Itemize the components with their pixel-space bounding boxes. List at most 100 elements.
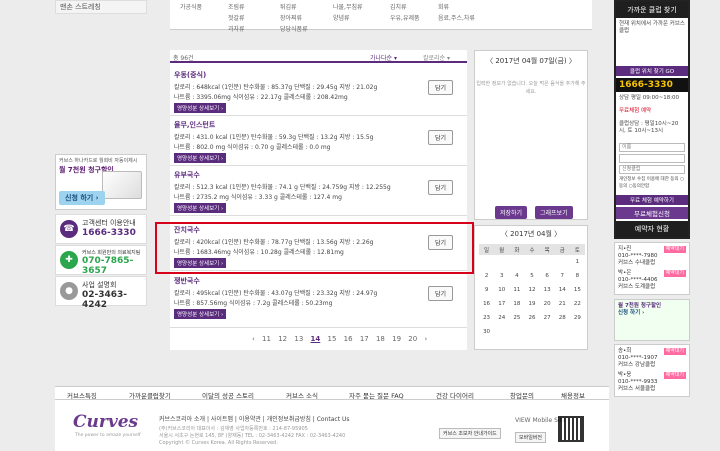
add-food-button[interactable]: 담기: [428, 80, 454, 95]
contact-customer-center[interactable]: ☎ 고객센터 이용안내 1666-3330: [55, 214, 147, 244]
page-link[interactable]: 16: [344, 335, 353, 343]
calendar-day[interactable]: 4: [509, 269, 524, 283]
calendar-day[interactable]: [494, 255, 509, 269]
free-trial-reserve-link[interactable]: 무료 체험 예약하기: [616, 195, 688, 205]
calendar-day[interactable]: 22: [570, 297, 585, 311]
left-menu-item[interactable]: 맨손 스트레칭: [55, 0, 147, 14]
add-food-button[interactable]: 담기: [428, 180, 454, 195]
promo-signup-button[interactable]: 신청 하기 ›: [618, 310, 686, 317]
category-cell[interactable]: 양념류: [333, 13, 350, 22]
mobile-version-button[interactable]: 모바일버전: [515, 432, 547, 443]
page-link[interactable]: 13: [294, 335, 303, 343]
calendar-day[interactable]: [509, 325, 524, 339]
calendar-day[interactable]: 2: [479, 269, 494, 283]
add-food-button[interactable]: 담기: [428, 286, 454, 301]
calendar-day[interactable]: [479, 255, 494, 269]
phone-input[interactable]: [619, 154, 685, 163]
contact-medical-team[interactable]: ✚ 커브스 회원만의 의료복지팀 070-7865-3657: [55, 245, 147, 276]
page-current[interactable]: 14: [311, 335, 321, 343]
calendar-day[interactable]: 29: [570, 311, 585, 325]
calendar-day[interactable]: 28: [555, 311, 570, 325]
category-cell[interactable]: 당당식품류: [280, 24, 308, 33]
calendar-day[interactable]: 7: [555, 269, 570, 283]
page-prev[interactable]: ‹: [252, 335, 255, 343]
card-promo-small[interactable]: 월 7천원 청구할인 신청 하기 ›: [614, 299, 690, 341]
add-food-button[interactable]: 담기: [428, 130, 454, 145]
category-cell[interactable]: 장아찌류: [280, 13, 302, 22]
calendar-day[interactable]: 6: [540, 269, 555, 283]
page-next[interactable]: ›: [424, 335, 427, 343]
category-cell[interactable]: 나물,무침류: [333, 2, 363, 11]
card-promo-banner[interactable]: 커브스 하나카드로 월회비 자동이체시 월 7천원 청구할인 신청 하기 ›: [55, 154, 147, 210]
calendar-day[interactable]: 16: [479, 297, 494, 311]
page-link[interactable]: 11: [262, 335, 271, 343]
calendar-day[interactable]: 20: [540, 297, 555, 311]
calendar-day[interactable]: 30: [479, 325, 494, 339]
promo-signup-button[interactable]: 신청 하기 ›: [59, 191, 105, 205]
calendar-day[interactable]: 18: [509, 297, 524, 311]
calendar-day[interactable]: [570, 325, 585, 339]
calendar-day[interactable]: [524, 325, 539, 339]
calendar-day[interactable]: 27: [540, 311, 555, 325]
page-link[interactable]: 18: [376, 335, 385, 343]
calendar-day[interactable]: [540, 255, 555, 269]
footer-links[interactable]: 커브스코리아 소개 | 사이트맵 | 이용약관 | 개인정보취급방침 | Con…: [159, 414, 350, 423]
calendar-day[interactable]: 12: [524, 283, 539, 297]
calendar-day[interactable]: 3: [494, 269, 509, 283]
nutrition-detail-button[interactable]: 영양성분 상세보기 ›: [174, 103, 227, 113]
calendar-day[interactable]: 10: [494, 283, 509, 297]
calendar-month-nav[interactable]: 〈 2017년 04월 〉: [475, 226, 587, 239]
calendar-day[interactable]: [494, 325, 509, 339]
calendar-day[interactable]: 19: [524, 297, 539, 311]
calendar-day[interactable]: [509, 255, 524, 269]
calendar-day[interactable]: [540, 325, 555, 339]
category-cell[interactable]: 조림류: [228, 2, 245, 11]
club-input[interactable]: 신청클럽: [619, 165, 685, 174]
calendar-day[interactable]: 11: [509, 283, 524, 297]
page-link[interactable]: 20: [408, 335, 417, 343]
calendar-day[interactable]: [555, 325, 570, 339]
page-link[interactable]: 15: [328, 335, 337, 343]
graph-button[interactable]: 그래프보기: [535, 206, 573, 219]
nav-link[interactable]: 건강 다이어리: [436, 390, 474, 400]
category-cell[interactable]: 음료,주스,차류: [438, 13, 475, 22]
sort-alpha-dropdown[interactable]: 가나다순 ▾: [370, 53, 397, 62]
category-cell[interactable]: 과자류: [228, 24, 245, 33]
nav-link[interactable]: 이달의 성공 스토리: [202, 390, 254, 400]
name-input[interactable]: 이름: [619, 143, 685, 152]
category-cell[interactable]: 튀김류: [280, 2, 297, 11]
nutrition-detail-button[interactable]: 영양성분 상세보기 ›: [174, 203, 227, 213]
calendar-day[interactable]: 25: [509, 311, 524, 325]
page-link[interactable]: 17: [360, 335, 369, 343]
category-cell[interactable]: 회류: [438, 2, 449, 11]
find-club-go-button[interactable]: 클럽 위치 찾기 GO: [616, 66, 688, 76]
calendar-day[interactable]: 14: [555, 283, 570, 297]
page-link[interactable]: 12: [278, 335, 287, 343]
calendar-day[interactable]: 9: [479, 283, 494, 297]
nav-link[interactable]: 커브스 소식: [286, 390, 318, 400]
sort-calorie-dropdown[interactable]: 칼로리순 ▾: [423, 53, 450, 62]
calendar-day[interactable]: 8: [570, 269, 585, 283]
calendar-day[interactable]: 1: [570, 255, 585, 269]
category-cell[interactable]: 젓갈류: [228, 13, 245, 22]
nav-link[interactable]: 창업문의: [510, 390, 534, 400]
free-trial-apply-button[interactable]: 무료체험신청: [616, 207, 688, 219]
calendar-day[interactable]: 15: [570, 283, 585, 297]
calendar-day[interactable]: [524, 255, 539, 269]
page-link[interactable]: 19: [392, 335, 401, 343]
calendar-day[interactable]: 5: [524, 269, 539, 283]
diary-date-nav[interactable]: 〈 2017년 04월 07일(금) 〉: [475, 51, 587, 66]
calendar-day[interactable]: 21: [555, 297, 570, 311]
save-button[interactable]: 저장하기: [495, 206, 528, 219]
privacy-agree[interactable]: 개인정보 수집 이용에 대한 동의 ○동의 ○동의안함: [619, 176, 685, 190]
contact-business-info[interactable]: ● 사업 설명회 02-3463-4242: [55, 276, 147, 310]
nav-link[interactable]: 자주 묻는 질문 FAQ: [349, 390, 404, 400]
calendar-day[interactable]: 23: [479, 311, 494, 325]
calendar-day[interactable]: 13: [540, 283, 555, 297]
beginner-guide-button[interactable]: 커브스 조보자 안내가이드: [439, 428, 501, 439]
curves-logo[interactable]: Curves: [73, 412, 138, 432]
calendar-day[interactable]: 17: [494, 297, 509, 311]
calendar-day[interactable]: [555, 255, 570, 269]
nav-link[interactable]: 채용정보: [561, 390, 585, 400]
nav-link[interactable]: 가까운클럽찾기: [129, 390, 171, 400]
